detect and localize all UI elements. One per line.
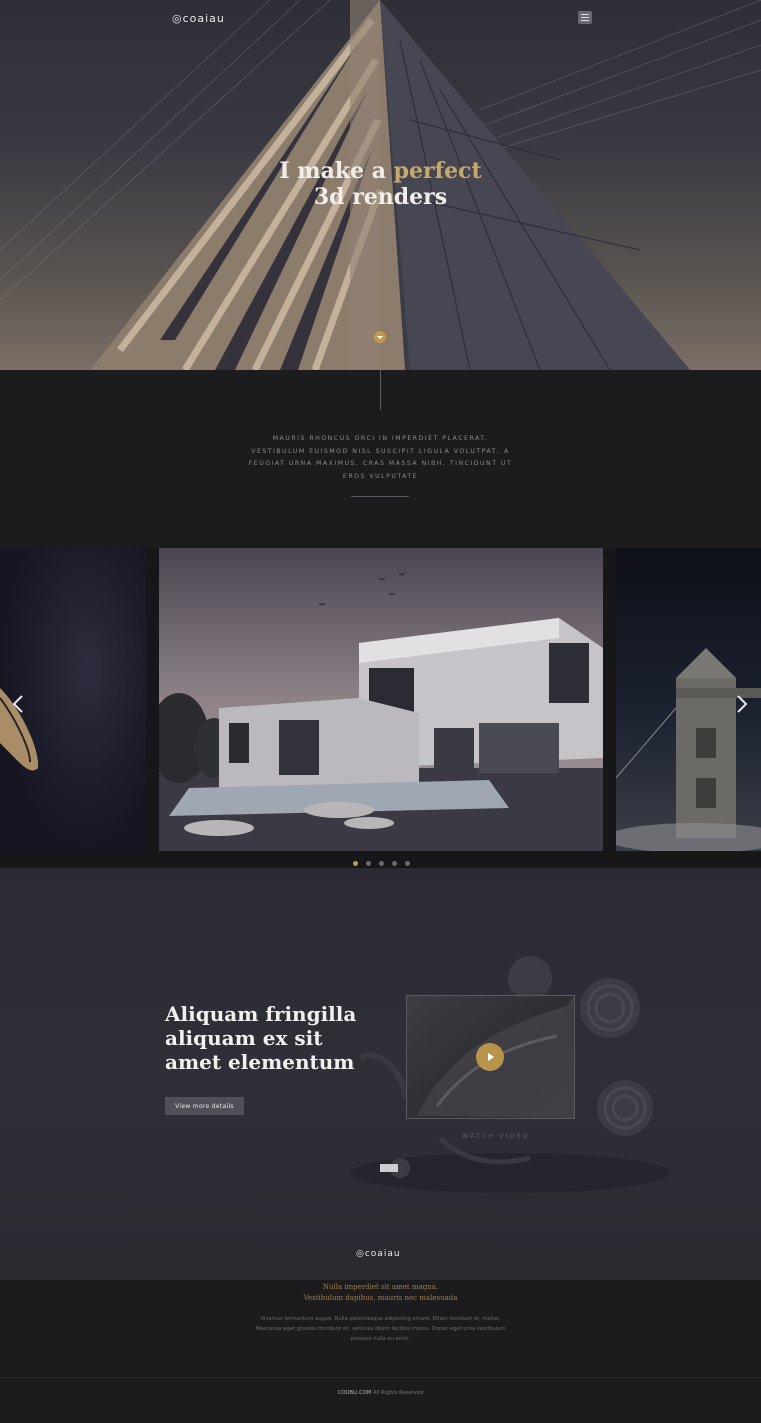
portfolio-slider xyxy=(0,548,761,868)
hamburger-icon-line xyxy=(581,20,589,21)
hero-title-pre: I make a xyxy=(279,158,394,184)
footer-text: Vivamus fermentum augue. Nulla pellentes… xyxy=(255,1316,506,1342)
chevron-right-icon xyxy=(737,695,748,713)
intro-text: Mauris rhoncus orci in imperdiet placera… xyxy=(248,435,513,480)
slide-active[interactable] xyxy=(159,548,603,851)
slider-prev-button[interactable] xyxy=(10,692,26,716)
slider-dot[interactable] xyxy=(366,861,371,866)
feature-section: Aliquam fringilla aliquam ex sit amet el… xyxy=(0,868,761,1280)
hero-title-accent: perfect xyxy=(393,158,482,184)
footer-divider xyxy=(0,1377,761,1378)
slider-dot[interactable] xyxy=(353,861,358,866)
footer-quote: Nulla imperdiet sit amet magna. Vestibul… xyxy=(0,1282,761,1304)
slider-pagination xyxy=(353,861,410,866)
chevron-down-icon xyxy=(377,335,383,339)
hero-section: ◎coaiau I make a perfect 3d renders xyxy=(0,0,761,370)
copyright-text: All Rights Reserved xyxy=(371,1390,424,1396)
divider-horizontal xyxy=(351,496,409,497)
site-logo[interactable]: ◎coaiau xyxy=(172,12,225,25)
chevron-left-icon xyxy=(12,695,23,713)
play-button[interactable] xyxy=(476,1043,504,1071)
feature-title: Aliquam fringilla aliquam ex sit amet el… xyxy=(165,1002,357,1074)
watch-video-label: Watch video xyxy=(462,1132,530,1140)
copyright-brand[interactable]: COOBLI.COM xyxy=(338,1390,372,1396)
footer-quote-line2: Vestibulum dapibus, mauris nec malesuada xyxy=(303,1294,458,1302)
hamburger-icon xyxy=(581,14,589,15)
hamburger-menu-button[interactable] xyxy=(578,11,592,24)
hamburger-icon-line xyxy=(581,17,589,18)
slider-dot[interactable] xyxy=(379,861,384,866)
copyright: COOBLI.COM All Rights Reserved xyxy=(0,1390,761,1396)
slider-dot[interactable] xyxy=(392,861,397,866)
slide-house-image xyxy=(159,548,603,851)
intro-section: Mauris rhoncus orci in imperdiet placera… xyxy=(0,370,761,548)
hero-title-line2: 3d renders xyxy=(313,184,448,210)
slider-next-button[interactable] xyxy=(734,692,750,716)
footer-logo[interactable]: ◎coaiau xyxy=(356,1249,401,1259)
hero-title: I make a perfect 3d renders xyxy=(0,158,761,210)
view-details-button[interactable]: View more details xyxy=(165,1097,244,1115)
footer-quote-line1: Nulla imperdiet sit amet magna. xyxy=(322,1283,439,1291)
site-footer: Nulla imperdiet sit amet magna. Vestibul… xyxy=(0,1280,761,1423)
play-icon xyxy=(488,1053,494,1061)
scroll-down-button[interactable] xyxy=(374,331,386,343)
slider-dot[interactable] xyxy=(405,861,410,866)
divider-vertical xyxy=(380,370,381,410)
